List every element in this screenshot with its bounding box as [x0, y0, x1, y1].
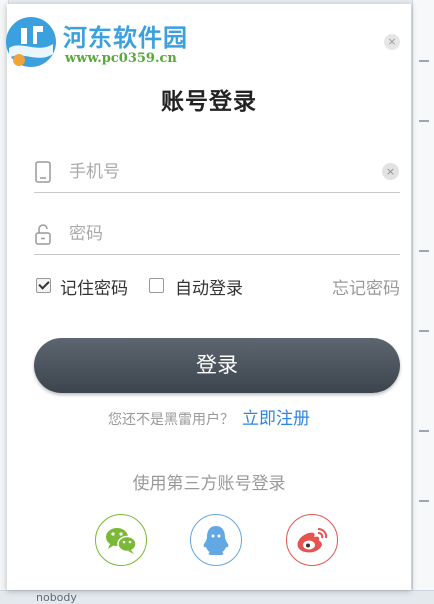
background-window-right: [412, 0, 434, 603]
wechat-login-button[interactable]: [95, 514, 147, 566]
background-window-bottom: nobody: [0, 590, 434, 604]
login-button[interactable]: 登录: [34, 338, 400, 393]
background-text-fragment: [419, 330, 429, 332]
register-link[interactable]: 立即注册: [242, 409, 310, 429]
wechat-icon: [106, 528, 137, 554]
watermark-logo-icon: [6, 17, 56, 67]
phone-icon: [35, 161, 51, 183]
dialog-title: 账号登录: [161, 89, 257, 115]
background-text-fragment: [419, 500, 429, 502]
auto-login-checkbox[interactable]: [149, 278, 164, 293]
password-input[interactable]: [67, 220, 371, 248]
weibo-icon: [297, 528, 328, 553]
register-row: 您还不是黑雷用户？ 立即注册: [7, 404, 411, 429]
login-dialog: 河东软件园 www.pc0359.cn × 账号登录 × 记住密码 自动登录 忘…: [6, 4, 411, 590]
clear-input-button[interactable]: ×: [382, 163, 399, 180]
remember-password-checkbox[interactable]: [36, 278, 51, 293]
weibo-login-button[interactable]: [286, 514, 338, 566]
close-button[interactable]: ×: [384, 34, 400, 50]
background-text-fragment: [419, 120, 429, 122]
lock-icon: [35, 224, 51, 245]
background-text-fragment: [419, 430, 429, 432]
background-bottom-text: nobody: [36, 591, 77, 604]
forgot-password-link[interactable]: 忘记密码: [332, 274, 400, 299]
background-text-fragment: [419, 250, 429, 252]
register-question: 您还不是黑雷用户？: [108, 412, 234, 428]
auto-login-label[interactable]: 自动登录: [175, 274, 243, 299]
watermark-title: 河东软件园: [63, 23, 188, 52]
third-party-title: 使用第三方账号登录: [132, 474, 286, 494]
phone-field: ×: [34, 152, 400, 193]
background-text-fragment: [419, 60, 429, 62]
phone-input[interactable]: [67, 158, 371, 186]
qq-login-button[interactable]: [190, 514, 242, 566]
login-options: 记住密码 自动登录 忘记密码: [34, 274, 400, 300]
watermark-url: www.pc0359.cn: [65, 51, 177, 66]
qq-icon: [203, 526, 229, 555]
password-field: [34, 214, 400, 255]
remember-password-label[interactable]: 记住密码: [60, 274, 128, 299]
